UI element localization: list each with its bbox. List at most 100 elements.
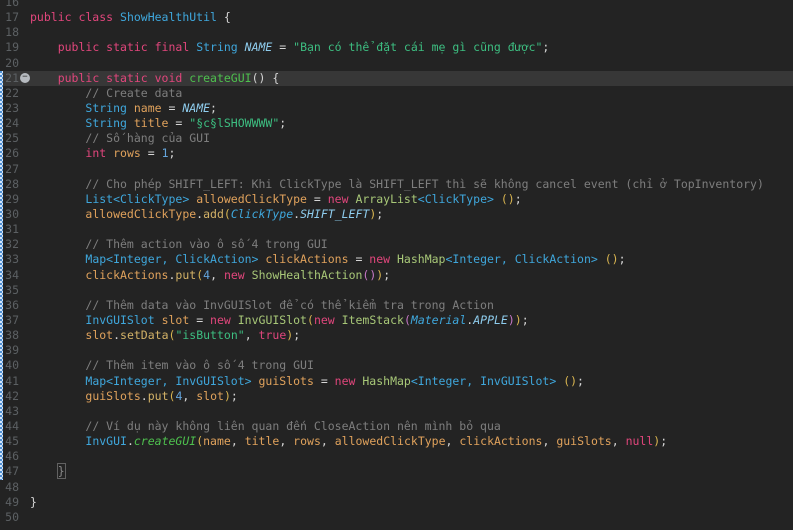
- code-line-26[interactable]: 26 int rows = 1;: [0, 146, 793, 161]
- line-number: 36: [5, 297, 19, 312]
- code-token: String: [196, 40, 245, 55]
- line-number: 33: [5, 252, 19, 267]
- line-number: 30: [5, 206, 19, 221]
- gutter: 25: [0, 131, 30, 146]
- code-token: NAME: [182, 100, 211, 115]
- code-line-40[interactable]: 40 // Thêm item vào ô số 4 trong GUI: [0, 358, 793, 373]
- code-line-22[interactable]: 22 // Create data: [0, 86, 793, 101]
- line-number: 38: [5, 328, 19, 343]
- code-token: rows: [113, 146, 141, 161]
- code-line-17[interactable]: 17 public class ShowHealthUtil {: [0, 10, 793, 25]
- code-text: String title = "§c§lSHOWWWW";: [30, 116, 793, 131]
- code-line-41[interactable]: 41 Map<Integer, InvGUISlot> guiSlots = n…: [0, 374, 793, 389]
- code-line-19[interactable]: 19 public static final String NAME = "Bạ…: [0, 40, 793, 55]
- code-token: NAME: [244, 40, 273, 55]
- gutter: 22: [0, 86, 30, 101]
- code-token: new: [223, 267, 252, 282]
- code-token: ;: [210, 100, 217, 115]
- code-token: {: [216, 10, 231, 25]
- gutter: 47: [0, 464, 30, 479]
- code-text: clickActions.put(4, new ShowHealthAction…: [30, 268, 793, 283]
- code-line-46[interactable]: 46: [0, 449, 793, 464]
- code-lines: 16 17 public class ShowHealthUtil {18 19 pu…: [0, 0, 793, 525]
- gutter: 18: [0, 25, 30, 40]
- gutter: 24: [0, 116, 30, 131]
- code-line-21[interactable]: 21− public static void createGUI() {: [0, 70, 793, 86]
- code-line-18[interactable]: 18: [0, 25, 793, 40]
- gutter: 37: [0, 313, 30, 328]
- code-text: // Thêm item vào ô số 4 trong GUI: [30, 358, 793, 373]
- line-number: 43: [5, 403, 19, 418]
- code-line-28[interactable]: 28 // Cho phép SHIFT_LEFT: Khi ClickType…: [0, 177, 793, 192]
- code-token: ;: [577, 373, 584, 388]
- code-line-37[interactable]: 37 InvGUISlot slot = new InvGUISlot(new …: [0, 313, 793, 328]
- code-line-50[interactable]: 50: [0, 510, 793, 525]
- code-token: ;: [542, 40, 550, 55]
- code-token: ,: [320, 434, 335, 449]
- gutter: 16: [0, 0, 30, 10]
- code-token: }: [30, 494, 37, 509]
- code-token: ,: [279, 434, 294, 449]
- code-line-25[interactable]: 25 // Số hàng của GUI: [0, 131, 793, 146]
- code-line-33[interactable]: 33 Map<Integer, ClickAction> clickAction…: [0, 252, 793, 267]
- code-line-31[interactable]: 31: [0, 222, 793, 237]
- code-line-34[interactable]: 34 clickActions.put(4, new ShowHealthAct…: [0, 268, 793, 283]
- code-line-23[interactable]: 23 String name = NAME;: [0, 101, 793, 116]
- code-line-49[interactable]: 49}: [0, 495, 793, 510]
- code-line-20[interactable]: 20: [0, 56, 793, 71]
- code-line-36[interactable]: 36 // Thêm data vào InvGUISlot để có thể…: [0, 298, 793, 313]
- code-line-27[interactable]: 27: [0, 162, 793, 177]
- code-line-43[interactable]: 43: [0, 404, 793, 419]
- code-token: 1: [161, 146, 169, 161]
- code-line-48[interactable]: 48: [0, 480, 793, 495]
- code-line-24[interactable]: 24 String title = "§c§lSHOWWWW";: [0, 116, 793, 131]
- gutter: 36: [0, 298, 30, 313]
- code-line-35[interactable]: 35: [0, 283, 793, 298]
- line-number: 29: [5, 191, 19, 206]
- gutter: 49: [0, 495, 30, 510]
- line-number: 26: [5, 146, 19, 161]
- gutter: 41: [0, 374, 30, 389]
- code-token: =: [272, 40, 294, 55]
- line-number: 42: [5, 388, 19, 403]
- code-line-30[interactable]: 30 allowedClickType.add(ClickType.SHIFT_…: [0, 207, 793, 222]
- code-line-45[interactable]: 45 InvGUI.createGUI(name, title, rows, a…: [0, 434, 793, 449]
- code-token: <ClickType>: [417, 191, 494, 206]
- code-line-44[interactable]: 44 // Ví dụ này không liên quan đến Clos…: [0, 419, 793, 434]
- vcs-change-bar[interactable]: [0, 70, 3, 480]
- code-text: guiSlots.put(4, slot);: [30, 389, 793, 404]
- code-token: =: [140, 146, 162, 161]
- code-token: ;: [376, 206, 384, 221]
- code-line-32[interactable]: 32 // Thêm action vào ô số 4 trong GUI: [0, 237, 793, 252]
- code-line-42[interactable]: 42 guiSlots.put(4, slot);: [0, 389, 793, 404]
- code-line-38[interactable]: 38 slot.setData("isButton", true);: [0, 328, 793, 343]
- code-text: }: [30, 495, 793, 510]
- code-text: allowedClickType.add(ClickType.SHIFT_LEF…: [30, 207, 793, 222]
- code-line-47[interactable]: 47 }: [0, 463, 793, 480]
- line-number: 50: [5, 509, 19, 524]
- code-token: allowedClickType: [85, 206, 197, 221]
- code-token: put: [175, 267, 197, 282]
- code-editor[interactable]: 16 17 public class ShowHealthUtil {18 19 pu…: [0, 0, 793, 530]
- line-number: 34: [5, 267, 19, 282]
- code-token: ): [514, 312, 522, 327]
- code-line-16[interactable]: 16: [0, 0, 793, 10]
- line-number: 21: [5, 70, 19, 85]
- fold-minus-icon[interactable]: −: [20, 72, 30, 83]
- line-number: 41: [5, 373, 19, 388]
- code-line-29[interactable]: 29 List<ClickType> allowedClickType = ne…: [0, 192, 793, 207]
- code-line-39[interactable]: 39: [0, 343, 793, 358]
